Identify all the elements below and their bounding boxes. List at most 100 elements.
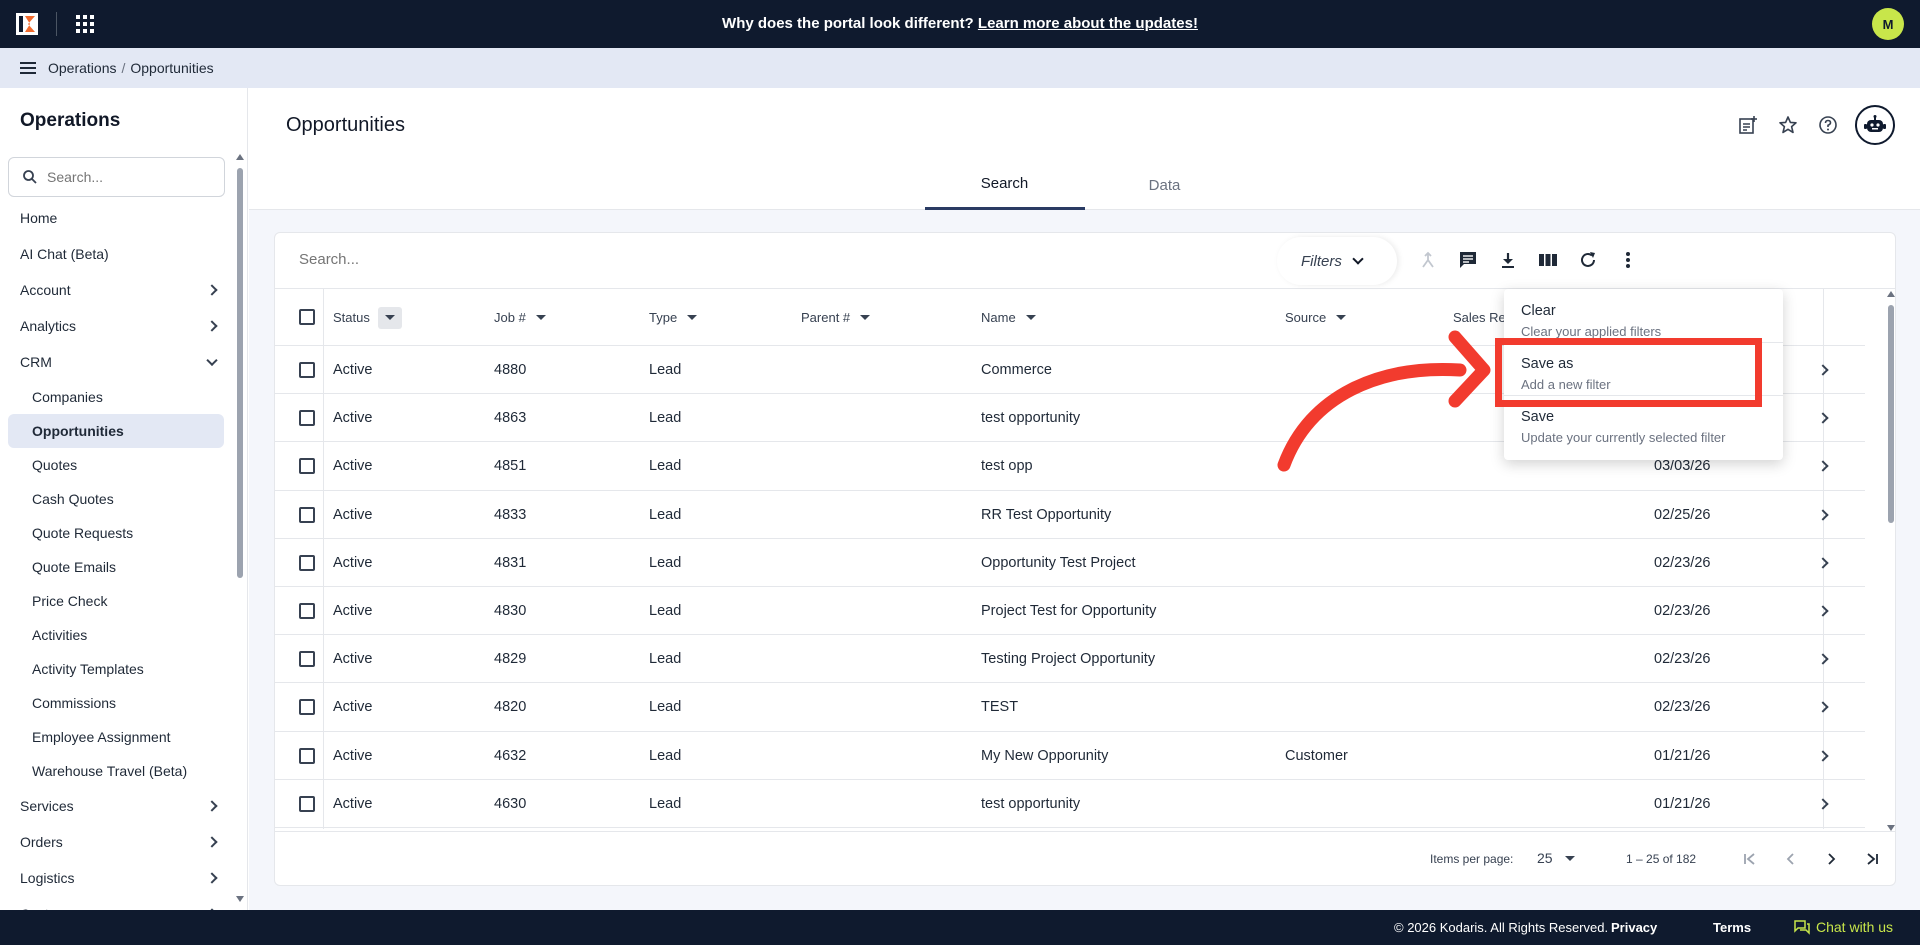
menu-item-title: Save [1521, 409, 1555, 425]
sidebar-search-input[interactable] [47, 169, 207, 185]
sort-status-button[interactable] [377, 306, 402, 329]
column-source-label: Source [1285, 310, 1327, 325]
row-checkbox[interactable] [299, 602, 315, 619]
sidebar-item-ai-chat-beta[interactable]: AI Chat (Beta) [0, 236, 232, 272]
chevron-right-icon[interactable] [1817, 749, 1829, 762]
sidebar-item-crm[interactable]: CRM [0, 344, 232, 380]
chevron-right-icon[interactable] [1817, 605, 1829, 617]
sidebar-item-quote-emails[interactable]: Quote Emails [0, 550, 232, 584]
cell-name: test opp [981, 458, 1033, 475]
chevron-right-icon [206, 872, 218, 884]
select-all-checkbox[interactable] [299, 309, 315, 325]
table-row[interactable]: Active 4820 Lead TEST 02/23/26 [275, 683, 1865, 732]
column-job[interactable]: Job # [494, 289, 546, 346]
chevron-right-icon[interactable] [1817, 460, 1829, 473]
row-checkbox[interactable] [299, 362, 315, 378]
last-page-icon[interactable] [1859, 846, 1885, 872]
column-name[interactable]: Name [981, 289, 1036, 346]
sidebar-item-companies[interactable]: Companies [0, 380, 232, 414]
sidebar-item-activity-templates[interactable]: Activity Templates [0, 652, 232, 686]
row-checkbox[interactable] [299, 795, 315, 812]
sidebar-item-price-check[interactable]: Price Check [0, 584, 232, 618]
table-row[interactable]: Active 4833 Lead RR Test Opportunity 02/25/2… [275, 491, 1865, 539]
chevron-right-icon[interactable] [1817, 557, 1829, 569]
menu-item-clear[interactable]: Clear Clear your applied filters [1504, 289, 1783, 342]
chevron-right-icon[interactable] [1817, 508, 1829, 521]
tab-search[interactable]: Search [924, 160, 1085, 210]
columns-icon[interactable] [1535, 247, 1561, 273]
table-row[interactable]: Active 4632 Lead My New Opporunity Customer 0… [275, 732, 1865, 780]
merge-icon[interactable] [1415, 247, 1441, 273]
table-row[interactable]: Active 4829 Lead Testing Project Opportunit… [275, 635, 1865, 684]
row-checkbox[interactable] [299, 506, 315, 523]
chevron-right-icon[interactable] [1817, 798, 1829, 810]
cell-name: Commerce [981, 362, 1052, 378]
sidebar-item-employee-assignment[interactable]: Employee Assignment [0, 720, 232, 754]
sidebar-item-account[interactable]: Account [0, 272, 232, 308]
row-checkbox[interactable] [299, 651, 315, 668]
breadcrumb-operations[interactable]: Operations [48, 60, 116, 76]
chevron-right-icon [206, 836, 218, 848]
sidebar-item-customers[interactable]: Customers [0, 896, 232, 910]
row-checkbox[interactable] [299, 458, 315, 475]
download-icon[interactable] [1495, 247, 1521, 273]
row-checkbox[interactable] [299, 699, 315, 716]
star-icon[interactable] [1775, 112, 1801, 138]
sidebar-item-logistics[interactable]: Logistics [0, 860, 232, 896]
column-status[interactable]: Status [333, 289, 402, 346]
menu-toggle-icon[interactable] [20, 62, 36, 74]
sidebar-search[interactable] [8, 157, 225, 197]
add-note-icon[interactable] [1735, 112, 1761, 138]
row-checkbox[interactable] [299, 410, 315, 427]
page-size-select[interactable]: 25 [1537, 850, 1575, 866]
table-scrollbar[interactable] [1887, 291, 1895, 831]
sidebar-scrollbar[interactable] [236, 154, 244, 902]
refresh-icon[interactable] [1575, 247, 1601, 273]
previous-page-icon[interactable] [1778, 846, 1804, 872]
row-checkbox[interactable] [299, 554, 315, 571]
help-icon[interactable] [1815, 112, 1841, 138]
sidebar-item-label: Home [20, 210, 58, 226]
sidebar-item-activities[interactable]: Activities [0, 618, 232, 652]
caret-down-icon [687, 315, 698, 320]
sidebar-item-quote-requests[interactable]: Quote Requests [0, 516, 232, 550]
ai-assistant-button[interactable] [1855, 105, 1895, 145]
sidebar-item-opportunities[interactable]: Opportunities [8, 414, 224, 448]
column-parent[interactable]: Parent # [801, 289, 871, 346]
tab-data[interactable]: Data [1085, 160, 1245, 210]
chat-icon [1794, 919, 1810, 935]
footer-privacy-link[interactable]: Privacy [1611, 920, 1657, 935]
filters-button[interactable]: Filters [1277, 237, 1397, 285]
menu-item-title: Clear [1521, 303, 1556, 319]
table-search-input[interactable] [299, 251, 999, 268]
sidebar-item-analytics[interactable]: Analytics [0, 308, 232, 344]
next-page-icon[interactable] [1818, 846, 1844, 872]
chevron-right-icon[interactable] [1817, 364, 1829, 376]
sidebar-item-label: Services [20, 798, 74, 814]
chevron-right-icon[interactable] [1817, 412, 1829, 424]
banner-updates-link[interactable]: Learn more about the updates! [978, 15, 1198, 32]
table-row[interactable]: Active 4831 Lead Opportunity Test Project 02… [275, 539, 1865, 587]
table-row[interactable]: Active 4630 Lead test opportunity 01/21/26 [275, 780, 1865, 828]
chevron-right-icon[interactable] [1817, 701, 1829, 713]
column-type[interactable]: Type [649, 289, 698, 346]
sidebar-item-quotes[interactable]: Quotes [0, 448, 232, 482]
sidebar-item-orders[interactable]: Orders [0, 824, 232, 860]
table-row[interactable]: Active 4830 Lead Project Test for Opportuni… [275, 587, 1865, 636]
sidebar-item-home[interactable]: Home [0, 200, 232, 236]
first-page-icon[interactable] [1737, 846, 1763, 872]
sidebar-item-commissions[interactable]: Commissions [0, 686, 232, 720]
user-avatar[interactable]: M [1872, 8, 1904, 40]
more-options-icon[interactable] [1615, 247, 1641, 273]
chat-with-us-button[interactable]: Chat with us [1794, 919, 1893, 935]
sidebar-item-services[interactable]: Services [0, 788, 232, 824]
sidebar-item-warehouse-travel-beta[interactable]: Warehouse Travel (Beta) [0, 754, 232, 788]
row-checkbox[interactable] [299, 747, 315, 764]
comment-icon[interactable] [1455, 247, 1481, 273]
chevron-right-icon[interactable] [1817, 653, 1829, 665]
sidebar-item-label: Employee Assignment [32, 729, 171, 745]
sidebar-item-label: Price Check [32, 593, 108, 609]
sidebar-item-label: Cash Quotes [32, 491, 114, 507]
footer-terms-link[interactable]: Terms [1713, 920, 1751, 935]
sidebar-item-cash-quotes[interactable]: Cash Quotes [0, 482, 232, 516]
